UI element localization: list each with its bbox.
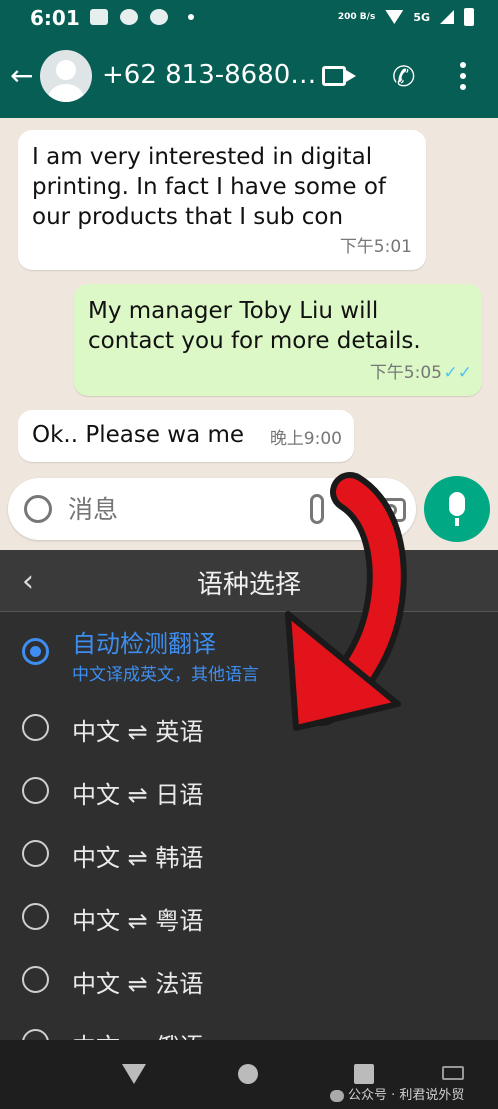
camera-icon[interactable] bbox=[376, 498, 406, 522]
option-zh-ko[interactable]: 中文 ⇌ 韩语 bbox=[0, 822, 498, 885]
option-label: 中文 ⇌ 英语 bbox=[72, 718, 204, 746]
system-nav-bar: 公众号 · 利君说外贸 bbox=[0, 1040, 498, 1109]
battery-icon bbox=[464, 8, 474, 26]
wechat-icon bbox=[120, 9, 138, 25]
option-auto-detect[interactable]: 自动检测翻译 中文译成英文，其他语言 bbox=[0, 620, 498, 685]
message-text: I am very interested in digital printing… bbox=[32, 144, 386, 230]
voice-call-icon[interactable]: ✆ bbox=[392, 60, 415, 93]
message-input[interactable] bbox=[68, 492, 288, 526]
option-zh-ja[interactable]: 中文 ⇌ 日语 bbox=[0, 759, 498, 822]
panel-header: ‹ 语种选择 bbox=[0, 550, 498, 612]
wifi-icon bbox=[385, 10, 404, 24]
read-ticks-icon: ✓✓ bbox=[443, 363, 473, 383]
contact-avatar[interactable] bbox=[40, 50, 92, 102]
keyboard-icon[interactable] bbox=[442, 1066, 464, 1080]
signal-icon bbox=[440, 10, 454, 24]
status-bar: 6:01 200 B/s 5G bbox=[0, 0, 498, 36]
option-zh-fr[interactable]: 中文 ⇌ 法语 bbox=[0, 948, 498, 1011]
message-text: Ok.. Please wa me bbox=[32, 422, 245, 448]
notification-app-icon bbox=[90, 9, 108, 25]
network-type: 5G bbox=[413, 10, 430, 24]
emoji-icon[interactable] bbox=[24, 495, 52, 523]
radio-icon[interactable] bbox=[22, 966, 49, 993]
option-label: 中文 ⇌ 日语 bbox=[72, 781, 204, 809]
chat-header: ← +62 813-8680… ✆ bbox=[0, 36, 498, 118]
notification-icons bbox=[90, 9, 194, 25]
option-zh-en[interactable]: 中文 ⇌ 英语 bbox=[0, 696, 498, 759]
wechat-icon-2 bbox=[150, 9, 168, 25]
status-time: 6:01 bbox=[30, 6, 80, 30]
language-selection-panel: ‹ 语种选择 自动检测翻译 中文译成英文，其他语言 中文 ⇌ 英语 中文 ⇌ 日… bbox=[0, 550, 498, 1061]
radio-selected-icon[interactable] bbox=[22, 638, 49, 665]
contact-name[interactable]: +62 813-8680… bbox=[102, 60, 316, 90]
wechat-logo-icon bbox=[330, 1089, 344, 1102]
voice-message-button[interactable] bbox=[424, 476, 490, 542]
video-call-icon[interactable] bbox=[322, 66, 356, 86]
message-composer bbox=[8, 478, 416, 540]
option-label: 自动检测翻译 bbox=[72, 630, 216, 658]
watermark: 公众号 · 利君说外贸 bbox=[330, 1084, 464, 1103]
message-bubble-outgoing[interactable]: My manager Toby Liu will contact you for… bbox=[74, 284, 482, 396]
system-icons: 200 B/s 5G bbox=[338, 8, 474, 26]
back-arrow-icon[interactable]: ← bbox=[10, 62, 33, 90]
option-description: 中文译成英文，其他语言 bbox=[72, 665, 259, 685]
message-bubble-incoming[interactable]: I am very interested in digital printing… bbox=[18, 130, 426, 270]
attach-icon[interactable] bbox=[310, 494, 324, 524]
message-bubble-incoming[interactable]: Ok.. Please wa me 晚上9:00 bbox=[18, 410, 354, 462]
panel-title: 语种选择 bbox=[196, 570, 301, 600]
nav-recent-apps-icon[interactable] bbox=[354, 1064, 374, 1084]
nav-home-icon[interactable] bbox=[238, 1064, 258, 1084]
microphone-icon bbox=[449, 492, 465, 526]
message-time: 下午5:01 bbox=[339, 237, 412, 257]
radio-icon[interactable] bbox=[22, 714, 49, 741]
option-zh-yue[interactable]: 中文 ⇌ 粤语 bbox=[0, 885, 498, 948]
message-time: 晚上9:00 bbox=[269, 429, 342, 449]
radio-icon[interactable] bbox=[22, 903, 49, 930]
net-speed: 200 B/s bbox=[337, 11, 376, 22]
radio-icon[interactable] bbox=[22, 840, 49, 867]
option-label: 中文 ⇌ 粤语 bbox=[72, 907, 204, 935]
option-label: 中文 ⇌ 法语 bbox=[72, 970, 204, 998]
more-options-icon[interactable] bbox=[460, 62, 466, 90]
more-notifications-dot-icon bbox=[188, 14, 194, 20]
radio-icon[interactable] bbox=[22, 777, 49, 804]
nav-back-icon[interactable] bbox=[122, 1064, 146, 1084]
message-time: 下午5:05 bbox=[369, 363, 442, 383]
watermark-text: 公众号 · 利君说外贸 bbox=[348, 1088, 465, 1103]
chat-area: I am very interested in digital printing… bbox=[0, 118, 498, 550]
option-label: 中文 ⇌ 韩语 bbox=[72, 844, 204, 872]
message-text: My manager Toby Liu will contact you for… bbox=[88, 298, 421, 354]
